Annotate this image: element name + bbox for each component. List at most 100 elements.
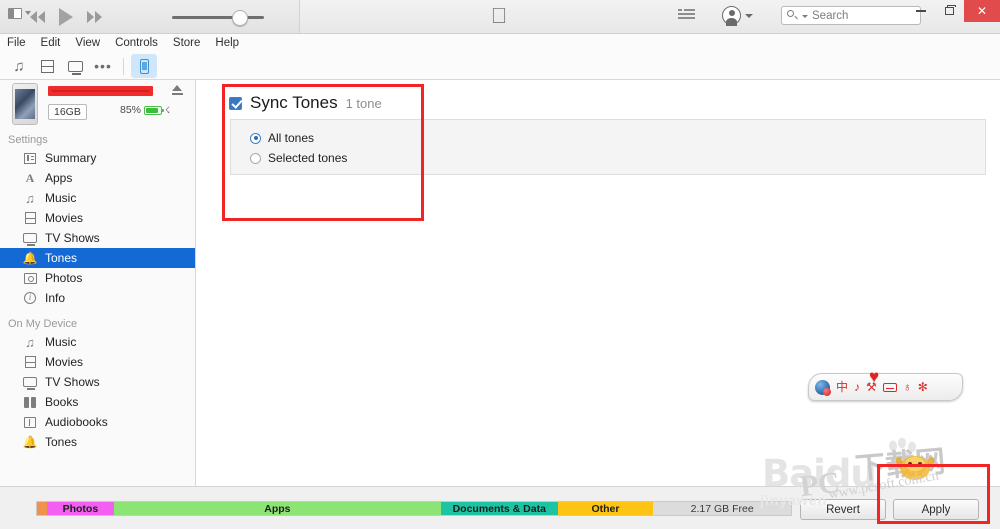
menu-item-edit[interactable]: Edit [41, 37, 61, 49]
option-all-tones[interactable]: All tones [250, 131, 314, 145]
movies-icon[interactable] [34, 54, 60, 78]
music-note-icon: ♫ [22, 335, 38, 349]
sync-tones-checkbox[interactable] [229, 97, 242, 110]
sidebar-item-summary[interactable]: Summary [0, 148, 195, 168]
account-menu[interactable] [722, 6, 753, 25]
sidebar-item-device-books[interactable]: Books [0, 392, 195, 412]
sidebar-item-label: TV Shows [45, 231, 100, 245]
sidebar-item-device-music[interactable]: ♫ Music [0, 332, 195, 352]
sidebar-item-device-tones[interactable]: 🔔 Tones [0, 432, 195, 452]
device-capacity-badge: 16GB [48, 104, 87, 120]
search-placeholder: Search [812, 10, 848, 22]
sidebar-item-label: Tones [45, 435, 77, 449]
menu-item-help[interactable]: Help [215, 37, 239, 49]
sidebar-item-label: Photos [45, 271, 82, 285]
device-iphone-icon[interactable] [131, 54, 157, 78]
capacity-bar: PhotosAppsDocuments & DataOther2.17 GB F… [36, 501, 792, 516]
fast-forward-icon[interactable] [87, 11, 102, 23]
bell-icon: 🔔 [22, 435, 38, 449]
summary-icon [22, 151, 38, 165]
device-header: 16GB 85% ☇ [0, 80, 195, 130]
menu-item-store[interactable]: Store [173, 37, 201, 49]
radio-selected-tones[interactable] [250, 153, 261, 164]
chevron-down-icon [802, 15, 808, 18]
sidebar-toggle-glyph [8, 8, 22, 19]
tone-count-label: 1 tone [346, 96, 382, 111]
sidebar-item-device-movies[interactable]: Movies [0, 352, 195, 372]
sidebar-item-label: Music [45, 335, 76, 349]
sidebar-item-device-audiobooks[interactable]: Audiobooks [0, 412, 195, 432]
ime-moon-icon[interactable]: ♪ [854, 381, 860, 393]
ime-toolbar[interactable]: 中 ♪ ⚒ ♁ ✻ ♥ [808, 373, 963, 401]
option-label: All tones [268, 131, 314, 145]
eject-icon[interactable] [172, 85, 183, 97]
battery-percent: 85% [120, 104, 141, 116]
sidebar-item-info[interactable]: i Info [0, 288, 195, 308]
nav-toolbar: ♫ ••• 📱 iPhone [0, 52, 1000, 80]
apply-button[interactable]: Apply [893, 499, 979, 520]
list-view-icon[interactable] [678, 9, 695, 23]
revert-button[interactable]: Revert [800, 499, 886, 520]
sync-tones-header: Sync Tones 1 tone [229, 93, 382, 113]
iphone-thumbnail [12, 83, 38, 125]
ime-mic-icon[interactable]: ♁ [903, 381, 912, 393]
more-icon[interactable]: ••• [90, 54, 116, 78]
search-input[interactable]: Search [781, 6, 921, 25]
option-selected-tones[interactable]: Selected tones [250, 151, 347, 165]
apps-icon: A [22, 171, 38, 185]
sidebar-item-photos[interactable]: Photos [0, 268, 195, 288]
sidebar-item-tones[interactable]: 🔔 Tones [0, 248, 195, 268]
sidebar-item-music[interactable]: ♫ Music [0, 188, 195, 208]
ime-globe-icon[interactable] [815, 380, 830, 395]
movies-icon [22, 355, 38, 369]
segment-apps: Apps [114, 502, 441, 515]
tv-icon [22, 231, 38, 245]
sidebar-item-label: Info [45, 291, 65, 305]
maximize-button[interactable] [935, 0, 964, 22]
sidebar-item-device-tv-shows[interactable]: TV Shows [0, 372, 195, 392]
sidebar-item-label: Movies [45, 211, 83, 225]
charging-icon: ☇ [165, 105, 170, 116]
sidebar-group-on-my-device-title: On My Device [0, 318, 77, 330]
menu-item-file[interactable]: File [7, 37, 26, 49]
itunes-window:  Search ✕ File Edit View Controls Store… [0, 0, 1000, 529]
sidebar-item-label: Music [45, 191, 76, 205]
menu-item-controls[interactable]: Controls [115, 37, 158, 49]
sidebar-item-apps[interactable]: A Apps [0, 168, 195, 188]
minimize-button[interactable] [906, 0, 935, 22]
play-icon[interactable] [59, 8, 73, 26]
photos-icon [22, 271, 38, 285]
sidebar-item-label: TV Shows [45, 375, 100, 389]
toolbar-divider [123, 58, 124, 75]
sidebar-item-label: Summary [45, 151, 96, 165]
segment-documents: Documents & Data [441, 502, 558, 515]
segment-photos: Photos [47, 502, 114, 515]
chevron-down-icon [745, 14, 753, 18]
bottom-bar: PhotosAppsDocuments & DataOther2.17 GB F… [0, 486, 1000, 529]
transport-controls [30, 4, 102, 30]
sidebar-item-label: Movies [45, 355, 83, 369]
sidebar-group-settings: Summary A Apps ♫ Music Movies TV Shows 🔔… [0, 148, 195, 308]
sidebar-item-movies[interactable]: Movies [0, 208, 195, 228]
sidebar-item-tv-shows[interactable]: TV Shows [0, 228, 195, 248]
device-name-redaction [48, 86, 153, 96]
sidebar-group-on-my-device: ♫ Music Movies TV Shows Books Audiobooks… [0, 332, 195, 452]
music-note-icon: ♫ [22, 191, 38, 205]
menu-item-view[interactable]: View [75, 37, 100, 49]
title-bar:  Search ✕ [0, 0, 1000, 34]
volume-slider[interactable] [172, 13, 264, 21]
close-button[interactable]: ✕ [964, 0, 1000, 22]
radio-all-tones[interactable] [250, 133, 261, 144]
sidebar-item-label: Apps [45, 171, 72, 185]
account-icon [722, 6, 741, 25]
ime-keyboard-icon[interactable] [883, 383, 897, 392]
music-icon[interactable]: ♫ [6, 54, 32, 78]
library-icon-group: ♫ ••• [6, 54, 157, 78]
ime-settings-icon[interactable]: ✻ [918, 381, 928, 393]
rewind-icon[interactable] [30, 11, 45, 23]
ime-chinese-icon[interactable]: 中 [836, 381, 848, 393]
tv-shows-icon[interactable] [62, 54, 88, 78]
tv-icon [22, 375, 38, 389]
books-icon [22, 395, 38, 409]
search-icon [786, 9, 799, 22]
